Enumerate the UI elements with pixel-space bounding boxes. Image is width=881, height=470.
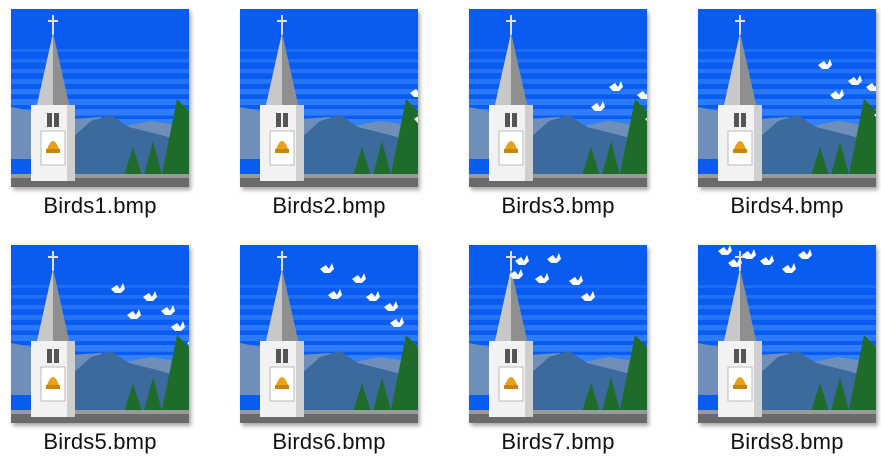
image-thumbnail[interactable] — [11, 245, 189, 423]
church-birds-thumbnail-icon — [240, 9, 418, 187]
image-thumbnail[interactable] — [698, 245, 876, 423]
church-birds-thumbnail-icon — [11, 9, 189, 187]
file-thumbnail-grid: Birds1.bmp Birds2.bmp Birds3.bmp Birds4.… — [0, 0, 881, 470]
church-birds-thumbnail-icon — [469, 245, 647, 423]
file-item-birds2[interactable]: Birds2.bmp — [229, 0, 429, 232]
image-thumbnail[interactable] — [698, 9, 876, 187]
image-thumbnail[interactable] — [240, 9, 418, 187]
file-name-label[interactable]: Birds1.bmp — [0, 193, 200, 219]
file-name-label[interactable]: Birds3.bmp — [458, 193, 658, 219]
church-birds-thumbnail-icon — [240, 245, 418, 423]
church-birds-thumbnail-icon — [698, 9, 876, 187]
church-birds-thumbnail-icon — [11, 245, 189, 423]
file-name-label[interactable]: Birds4.bmp — [687, 193, 881, 219]
file-item-birds3[interactable]: Birds3.bmp — [458, 0, 658, 232]
file-item-birds6[interactable]: Birds6.bmp — [229, 236, 429, 468]
file-name-label[interactable]: Birds7.bmp — [458, 429, 658, 455]
file-name-label[interactable]: Birds6.bmp — [229, 429, 429, 455]
file-item-birds7[interactable]: Birds7.bmp — [458, 236, 658, 468]
church-birds-thumbnail-icon — [469, 9, 647, 187]
file-name-label[interactable]: Birds5.bmp — [0, 429, 200, 455]
file-item-birds4[interactable]: Birds4.bmp — [687, 0, 881, 232]
file-item-birds5[interactable]: Birds5.bmp — [0, 236, 200, 468]
file-item-birds8[interactable]: Birds8.bmp — [687, 236, 881, 468]
church-birds-thumbnail-icon — [698, 245, 876, 423]
image-thumbnail[interactable] — [11, 9, 189, 187]
file-item-birds1[interactable]: Birds1.bmp — [0, 0, 200, 232]
file-name-label[interactable]: Birds8.bmp — [687, 429, 881, 455]
file-name-label[interactable]: Birds2.bmp — [229, 193, 429, 219]
image-thumbnail[interactable] — [469, 9, 647, 187]
image-thumbnail[interactable] — [240, 245, 418, 423]
image-thumbnail[interactable] — [469, 245, 647, 423]
